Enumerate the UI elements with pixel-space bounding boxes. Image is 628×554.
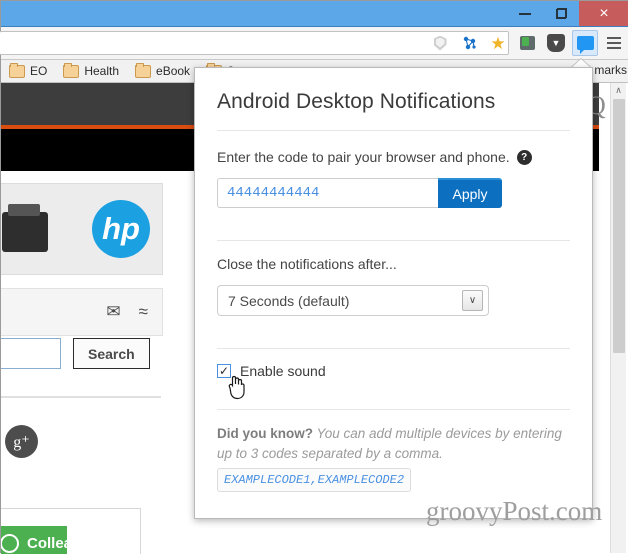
folder-icon <box>63 62 80 78</box>
folder-icon <box>135 62 152 78</box>
scrollbar-thumb[interactable] <box>613 99 625 353</box>
site-search-row: Search <box>1 338 150 369</box>
bookmarks-overflow[interactable]: marks <box>594 63 627 77</box>
pair-code-row: Apply <box>217 178 502 208</box>
divider <box>217 409 570 410</box>
google-plus-icon[interactable]: g⁺ <box>5 425 38 458</box>
popup-title: Android Desktop Notifications <box>217 90 496 113</box>
tip-example-code: EXAMPLECODE1,EXAMPLECODE2 <box>217 467 412 492</box>
help-icon[interactable]: ? <box>516 149 532 165</box>
restore-icon <box>555 8 567 19</box>
browser-window: × ★ ▼ EO Health eBook Jo marks <box>0 0 628 554</box>
hp-logo: hp <box>92 200 150 258</box>
bookmark-label: Health <box>84 64 120 78</box>
bookmark-item[interactable]: EO <box>1 62 55 78</box>
toolbar-icons: ★ ▼ <box>427 30 627 56</box>
site-search-input[interactable] <box>1 338 61 369</box>
folder-icon <box>9 62 25 78</box>
mouse-cursor-icon <box>228 375 245 400</box>
pocket-icon[interactable]: ▼ <box>543 30 569 56</box>
bookmark-label: eBook <box>156 64 191 78</box>
divider <box>217 348 570 349</box>
page-scrollbar[interactable]: ∧ <box>610 83 626 553</box>
colleagues-button[interactable]: Colleagues <box>1 526 107 554</box>
pair-code-text: Enter the code to pair your browser and … <box>217 149 510 165</box>
minimize-icon <box>519 12 531 15</box>
scroll-up-arrow-icon[interactable]: ∧ <box>611 83 626 98</box>
widget-card: Colleagues <box>1 508 141 554</box>
star-icon[interactable]: ★ <box>485 30 511 56</box>
content-divider <box>1 396 161 398</box>
watermark: groovyPost.com <box>426 496 603 526</box>
apply-button[interactable]: Apply <box>438 178 502 208</box>
window-title-bar: × <box>1 1 628 27</box>
notification-bubble-icon[interactable] <box>572 30 598 56</box>
extension-popup: Android Desktop Notifications Enter the … <box>194 67 593 519</box>
colleagues-label: Colleagues <box>27 535 108 552</box>
enable-sound-label: Enable sound <box>240 363 326 379</box>
window-controls: × <box>507 1 628 26</box>
close-icon: × <box>599 4 609 22</box>
did-you-know-tip: Did you know? You can add multiple devic… <box>217 424 570 492</box>
rss-icon[interactable]: ≈ <box>139 302 148 322</box>
molecule-icon[interactable] <box>456 30 482 56</box>
monitor-icon[interactable] <box>514 30 540 56</box>
minimize-button[interactable] <box>507 1 543 26</box>
restore-button[interactable] <box>543 1 579 26</box>
chevron-down-icon[interactable]: ∨ <box>462 290 483 311</box>
bookmark-label: EO <box>30 64 48 78</box>
enable-sound-row[interactable]: ✓ Enable sound <box>217 363 570 400</box>
pair-code-input[interactable] <box>217 178 438 208</box>
bookmark-item[interactable]: eBook <box>127 62 198 78</box>
tip-heading: Did you know? <box>217 426 313 441</box>
printer-image <box>2 204 48 252</box>
social-links-box: ✉ ≈ <box>1 288 163 336</box>
circle-icon <box>1 534 19 553</box>
menu-icon[interactable] <box>601 30 627 56</box>
mail-icon[interactable]: ✉ <box>106 302 120 322</box>
shield-icon[interactable] <box>427 30 453 56</box>
close-after-select[interactable]: 7 Seconds (default) ∨ <box>217 285 489 316</box>
pair-code-label: Enter the code to pair your browser and … <box>217 149 570 165</box>
advertisement-banner[interactable]: hp <box>1 183 163 275</box>
bookmark-item[interactable]: Health <box>55 62 127 78</box>
close-button[interactable]: × <box>579 1 628 26</box>
molecule-glyph <box>463 36 476 50</box>
site-search-button[interactable]: Search <box>73 338 150 369</box>
browser-toolbar: ★ ▼ <box>0 27 628 60</box>
close-after-value: 7 Seconds (default) <box>228 292 350 309</box>
close-after-label: Close the notifications after... <box>217 256 397 272</box>
